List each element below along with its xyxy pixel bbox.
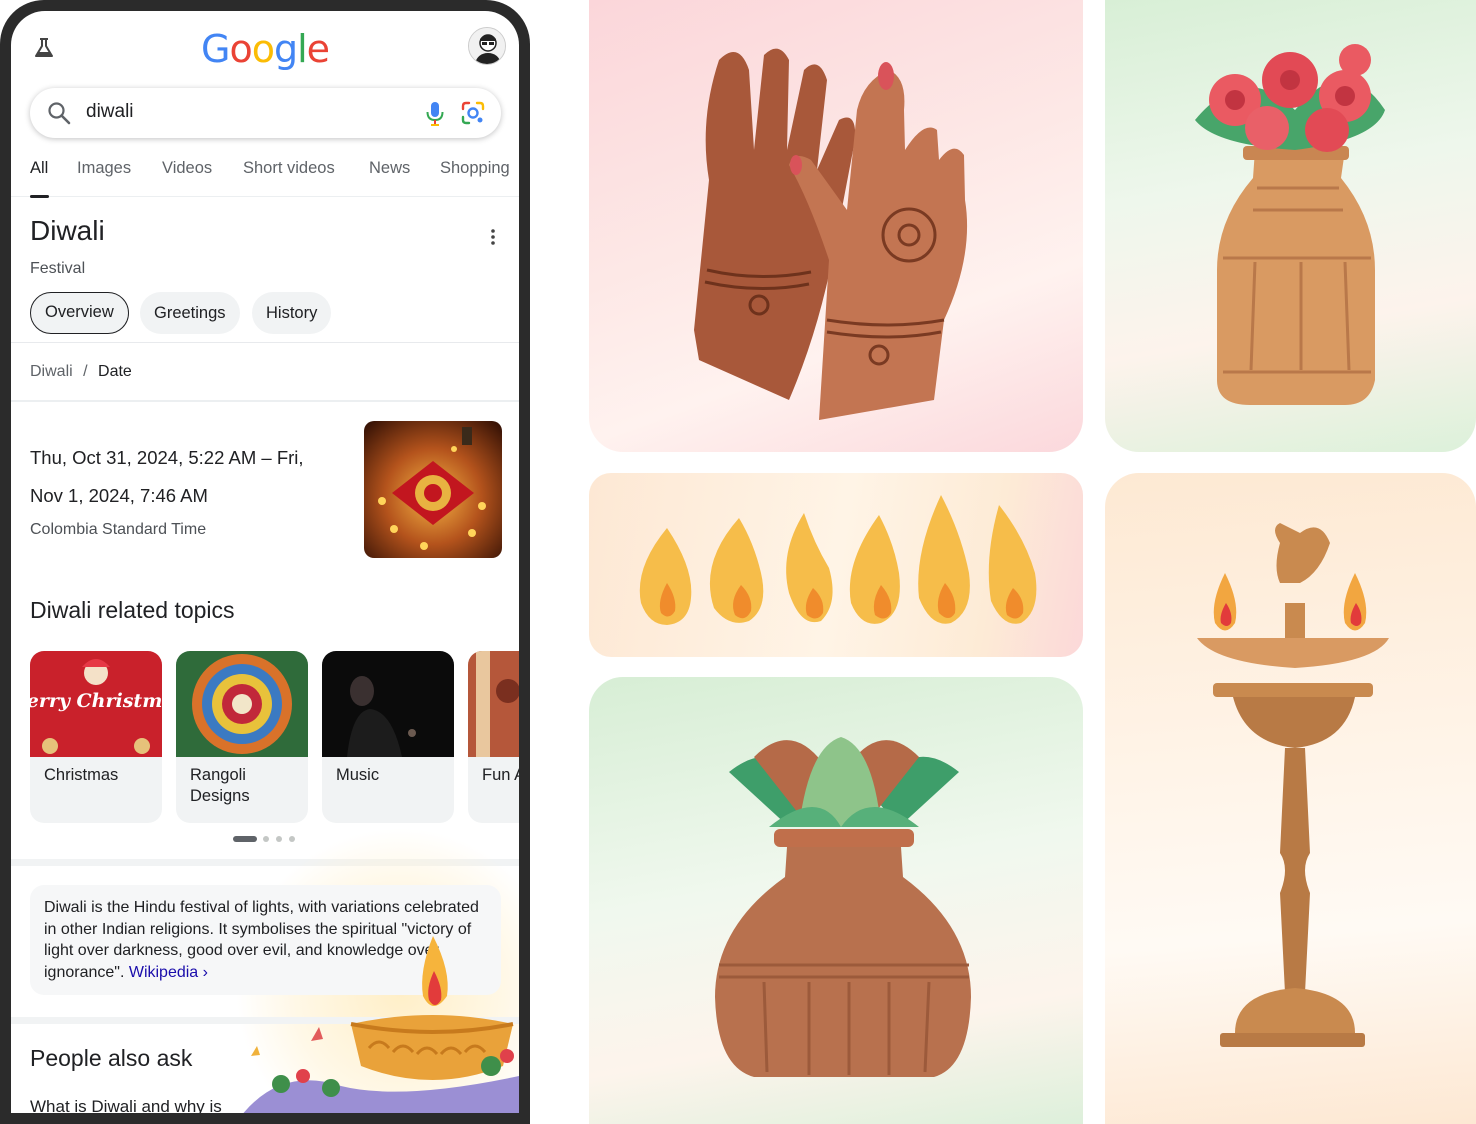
breadcrumb-current: Date [98, 363, 132, 380]
more-options-icon[interactable] [489, 227, 497, 247]
chip-overview[interactable]: Overview [30, 292, 129, 334]
chip-history[interactable]: History [252, 292, 332, 334]
active-tab-indicator [30, 195, 49, 198]
logo-letter-6: e [306, 27, 330, 71]
topic-card-christmas[interactable]: merry Christmas Christmas [30, 651, 162, 823]
pagination-dot[interactable] [276, 836, 282, 842]
chip-greetings[interactable]: Greetings [140, 292, 240, 334]
mehndi-hands-illustration [589, 0, 1083, 452]
search-input[interactable]: diwali [86, 101, 134, 123]
pagination-dot[interactable] [263, 836, 269, 842]
tab-news[interactable]: News [369, 159, 410, 178]
logo-letter-3: o [251, 27, 275, 71]
topic-card-music[interactable]: Music [322, 651, 454, 823]
topic-card-rangoli-designs[interactable]: Rangoli Designs [176, 651, 308, 823]
logo-letter-5: l [297, 27, 308, 71]
date-range-line-1: Thu, Oct 31, 2024, 5:22 AM – Fri, [30, 447, 304, 468]
breadcrumb: Diwali / Date [30, 363, 132, 381]
flames-illustration [589, 473, 1083, 657]
related-topics-title: Diwali related topics [30, 597, 235, 623]
people-also-ask-question[interactable]: What is Diwali and why is [30, 1097, 222, 1113]
tab-short-videos[interactable]: Short videos [243, 159, 335, 178]
knowledge-panel-title: Diwali [30, 215, 105, 246]
rangoli-image [176, 651, 308, 757]
divider [11, 400, 519, 402]
phone-screen: Google diwali All Images Videos Short vi… [11, 11, 519, 1113]
pagination-dot[interactable] [233, 836, 257, 842]
microphone-icon[interactable] [422, 99, 448, 127]
search-tabs: All Images Videos Short videos News Shop… [11, 151, 519, 198]
phone-frame: Google diwali All Images Videos Short vi… [0, 0, 530, 1124]
christmas-image: merry Christmas [30, 651, 162, 757]
lamp-stand-icon [1197, 523, 1389, 1047]
topic-label: Music [336, 766, 380, 784]
google-lens-icon[interactable] [460, 100, 486, 126]
lamp-stand-illustration [1105, 473, 1476, 1124]
breadcrumb-separator: / [83, 363, 88, 380]
flames-icon [639, 495, 1037, 625]
vase-with-roses-illustration [1105, 0, 1476, 452]
kalash-pot-illustration [589, 677, 1083, 1124]
logo-letter-1: G [200, 27, 230, 71]
logo-letter-4: g [273, 27, 298, 71]
people-also-ask-title: People also ask [30, 1045, 193, 1071]
search-bar[interactable]: diwali [30, 88, 501, 138]
tab-videos[interactable]: Videos [162, 159, 212, 178]
knowledge-panel-subtitle: Festival [30, 260, 86, 277]
christmas-image-text: merry Christmas [30, 690, 162, 712]
logo-letter-2: o [229, 27, 252, 71]
tab-shopping[interactable]: Shopping [440, 159, 510, 178]
tab-images[interactable]: Images [77, 159, 131, 178]
top-bar: Google [11, 11, 519, 87]
fun-activities-image [468, 651, 519, 757]
divider [11, 342, 519, 343]
music-image [322, 651, 454, 757]
vase-with-roses-icon [1195, 44, 1385, 405]
pagination-dot[interactable] [289, 836, 295, 842]
topic-label: Christmas [44, 766, 119, 784]
search-icon [48, 102, 71, 125]
topic-label: Rangoli Designs [190, 766, 250, 805]
diwali-rangoli-thumbnail[interactable] [364, 421, 502, 558]
breadcrumb-parent[interactable]: Diwali [30, 363, 73, 380]
wikipedia-link[interactable]: Wikipedia › [129, 964, 208, 981]
kalash-pot-icon [715, 737, 971, 1077]
timezone-label: Colombia Standard Time [30, 521, 207, 538]
topic-label: Fun Activ [482, 766, 519, 784]
topic-card-fun-activities[interactable]: Fun Activ [468, 651, 519, 823]
mehndi-hands-icon [694, 48, 968, 420]
diya-lamp-doodle-icon[interactable] [241, 916, 519, 1113]
tab-all[interactable]: All [30, 159, 48, 178]
date-range-line-2: Nov 1, 2024, 7:46 AM [30, 485, 208, 506]
google-logo[interactable]: Google [11, 27, 519, 71]
avatar[interactable] [468, 27, 506, 65]
